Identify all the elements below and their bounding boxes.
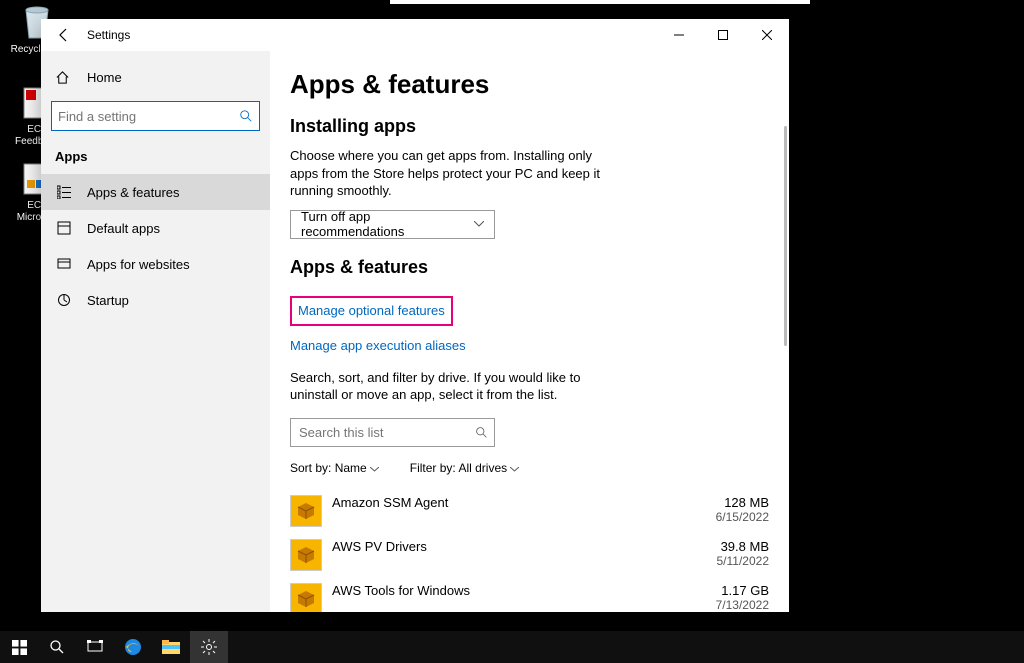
taskbar-explorer[interactable] [152, 631, 190, 663]
package-icon [290, 495, 322, 527]
sidebar-item-apps-features[interactable]: Apps & features [41, 174, 270, 210]
section-installing: Installing apps [290, 116, 769, 137]
page-title: Apps & features [290, 69, 769, 100]
section-features: Apps & features [290, 257, 769, 278]
sidebar-section-label: Apps [41, 137, 270, 174]
app-size: 128 MB [699, 495, 769, 510]
startup-icon [55, 293, 73, 307]
app-list: Amazon SSM Agent 128 MB6/15/2022 AWS PV … [290, 489, 769, 612]
sidebar-home[interactable]: Home [41, 59, 270, 95]
search-icon [239, 109, 253, 123]
sidebar-search[interactable] [51, 101, 260, 131]
taskbar-search-button[interactable] [38, 631, 76, 663]
sidebar-item-default-apps[interactable]: Default apps [41, 210, 270, 246]
app-list-search[interactable] [290, 418, 495, 447]
app-list-search-input[interactable] [299, 425, 475, 440]
filter-dropdown[interactable]: All drives [458, 461, 519, 475]
search-desc: Search, sort, and filter by drive. If yo… [290, 369, 620, 404]
task-view-button[interactable] [76, 631, 114, 663]
installing-desc: Choose where you can get apps from. Inst… [290, 147, 600, 200]
window-title: Settings [87, 28, 130, 42]
highlight-annotation: Manage optional features [290, 296, 453, 326]
list-icon [55, 185, 73, 199]
taskbar-settings[interactable] [190, 631, 228, 663]
sidebar-item-startup[interactable]: Startup [41, 282, 270, 318]
dropdown-value: Turn off app recommendations [301, 209, 474, 239]
taskbar-edge[interactable] [114, 631, 152, 663]
package-icon [290, 539, 322, 571]
app-list-item[interactable]: AWS PV Drivers 39.8 MB5/11/2022 [290, 533, 769, 577]
app-date: 6/15/2022 [699, 510, 769, 524]
app-list-item[interactable]: AWS Tools for Windows 1.17 GB7/13/2022 [290, 577, 769, 612]
back-button[interactable] [49, 20, 79, 50]
sidebar-item-label: Startup [87, 293, 129, 308]
defaults-icon [55, 221, 73, 235]
sort-filter-row: Sort by: Name Filter by: All drives [290, 461, 769, 475]
sidebar-item-apps-websites[interactable]: Apps for websites [41, 246, 270, 282]
installing-dropdown[interactable]: Turn off app recommendations [290, 210, 495, 239]
sort-dropdown[interactable]: Name [335, 461, 379, 475]
manage-aliases-link[interactable]: Manage app execution aliases [290, 338, 466, 353]
app-name: AWS Tools for Windows [332, 583, 699, 598]
minimize-button[interactable] [657, 20, 701, 50]
app-size: 39.8 MB [699, 539, 769, 554]
artifact [390, 0, 810, 4]
chevron-down-icon [474, 221, 484, 227]
app-name: Amazon SSM Agent [332, 495, 699, 510]
app-date: 7/13/2022 [699, 598, 769, 612]
sidebar: Home Apps Apps & features Default apps [41, 51, 270, 612]
search-icon [475, 426, 488, 439]
app-name: AWS PV Drivers [332, 539, 699, 554]
home-icon [55, 70, 73, 85]
desktop: Recycle Bin EC2 Feedback EC2 Microsoft S… [0, 0, 1024, 663]
main-content: Apps & features Installing apps Choose w… [270, 51, 789, 612]
settings-window: Settings Home [41, 19, 789, 612]
web-icon [55, 257, 73, 271]
titlebar: Settings [41, 19, 789, 51]
start-button[interactable] [0, 631, 38, 663]
sidebar-item-label: Apps & features [87, 185, 180, 200]
sidebar-search-input[interactable] [58, 109, 239, 124]
app-date: 5/11/2022 [699, 554, 769, 568]
sort-label: Sort by: [290, 461, 331, 475]
sidebar-item-label: Default apps [87, 221, 160, 236]
close-button[interactable] [745, 20, 789, 50]
app-list-item[interactable]: Amazon SSM Agent 128 MB6/15/2022 [290, 489, 769, 533]
filter-label: Filter by: [410, 461, 456, 475]
app-size: 1.17 GB [699, 583, 769, 598]
scrollbar[interactable] [784, 126, 787, 346]
manage-optional-features-link[interactable]: Manage optional features [298, 303, 445, 318]
sidebar-home-label: Home [87, 70, 122, 85]
taskbar [0, 631, 1024, 663]
sidebar-item-label: Apps for websites [87, 257, 190, 272]
maximize-button[interactable] [701, 20, 745, 50]
package-icon [290, 583, 322, 612]
